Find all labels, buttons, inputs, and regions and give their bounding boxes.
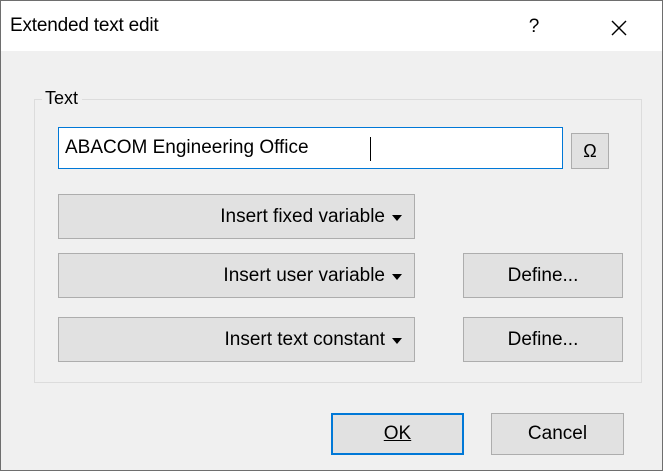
dropdown-arrow-icon bbox=[392, 273, 402, 280]
define-text-constant-button[interactable]: Define... bbox=[463, 317, 623, 362]
cancel-button[interactable]: Cancel bbox=[491, 413, 624, 455]
special-character-button[interactable]: Ω bbox=[571, 133, 609, 169]
close-icon bbox=[611, 20, 627, 36]
omega-icon: Ω bbox=[583, 141, 597, 161]
insert-fixed-variable-button[interactable]: Insert fixed variable bbox=[58, 194, 415, 239]
insert-text-constant-label: Insert text constant bbox=[224, 328, 385, 350]
title-bar: Extended text edit ? bbox=[1, 1, 662, 51]
text-input[interactable] bbox=[58, 127, 563, 169]
window-title: Extended text edit bbox=[10, 15, 159, 36]
dropdown-arrow-icon bbox=[392, 214, 402, 221]
ok-button[interactable]: OK bbox=[331, 413, 464, 455]
dropdown-arrow-icon bbox=[392, 337, 402, 344]
insert-fixed-variable-label: Insert fixed variable bbox=[220, 205, 385, 227]
ok-button-label: OK bbox=[383, 423, 412, 444]
dialog-body: Text Ω Insert fixed variable Insert user… bbox=[1, 51, 662, 470]
text-group-caption: Text bbox=[42, 88, 83, 108]
help-button[interactable]: ? bbox=[511, 9, 557, 45]
close-button[interactable] bbox=[595, 9, 641, 45]
insert-user-variable-button[interactable]: Insert user variable bbox=[58, 253, 415, 298]
insert-user-variable-label: Insert user variable bbox=[223, 264, 385, 286]
text-caret bbox=[370, 137, 371, 161]
define-user-variable-button[interactable]: Define... bbox=[463, 253, 623, 298]
insert-text-constant-button[interactable]: Insert text constant bbox=[58, 317, 415, 362]
extended-text-edit-dialog: Extended text edit ? Text Ω Insert fixed… bbox=[0, 0, 663, 471]
